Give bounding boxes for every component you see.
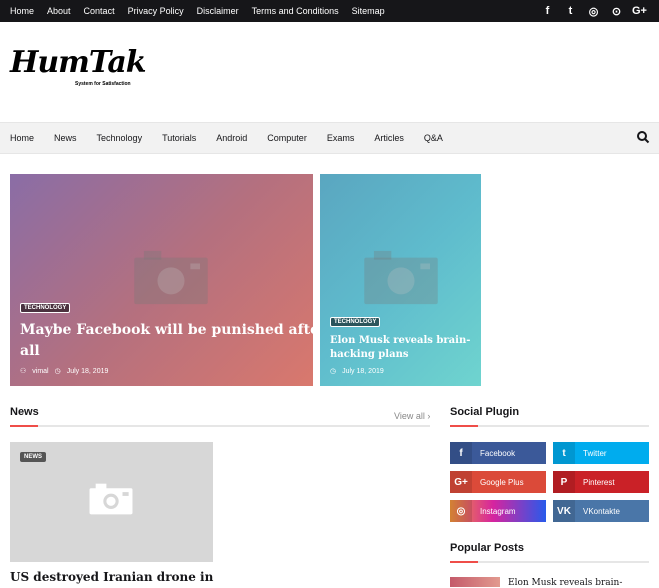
site-logo[interactable]: HumTak System for Satisfaction	[10, 47, 150, 92]
facebook-icon[interactable]: f	[536, 5, 559, 17]
post-meta: ◷ July 18, 2019	[330, 367, 390, 376]
featured-title-line-2: hacking plans	[330, 349, 409, 360]
social-button-facebook[interactable]: f Facebook	[450, 442, 546, 464]
clock-icon: ◷	[330, 368, 337, 375]
news-post-thumbnail[interactable]: NEWS	[10, 442, 213, 562]
top-link-terms[interactable]: Terms and Conditions	[252, 6, 339, 16]
news-divider-accent	[10, 425, 38, 427]
nav-items: Home News Technology Tutorials Android C…	[10, 123, 463, 153]
twitter-icon: t	[553, 442, 575, 464]
nav-item-technology[interactable]: Technology	[97, 133, 143, 143]
social-button-pinterest[interactable]: P Pinterest	[553, 471, 649, 493]
logo-tagline: System for Satisfaction	[75, 81, 131, 87]
top-link-home[interactable]: Home	[10, 6, 34, 16]
top-links: Home About Contact Privacy Policy Discla…	[10, 0, 398, 22]
camera-placeholder-icon	[364, 250, 438, 305]
category-badge[interactable]: TECHNOLOGY	[20, 303, 71, 313]
popular-divider	[450, 561, 649, 563]
social-divider	[450, 425, 649, 427]
clock-icon: ◷	[54, 368, 61, 375]
social-button-vkontakte[interactable]: VK VKontakte	[553, 500, 649, 522]
popular-post-thumbnail[interactable]	[450, 577, 500, 587]
logo-title: HumTak	[10, 45, 147, 80]
featured-post-2[interactable]: TECHNOLOGY Elon Musk reveals brain- hack…	[320, 174, 481, 386]
nav-item-android[interactable]: Android	[216, 133, 247, 143]
featured-title-line-2: all	[20, 343, 40, 359]
nav-item-computer[interactable]: Computer	[267, 133, 307, 143]
social-button-label: Pinterest	[583, 477, 615, 487]
twitter-icon[interactable]: t	[559, 5, 582, 17]
top-social: f t ◎ ⊙ G+	[536, 0, 651, 22]
popular-posts-heading: Popular Posts	[450, 542, 524, 554]
social-button-label: VKontakte	[583, 506, 620, 516]
category-badge[interactable]: NEWS	[20, 452, 46, 462]
nav-item-tutorials[interactable]: Tutorials	[162, 133, 196, 143]
top-link-about[interactable]: About	[47, 6, 71, 16]
top-link-contact[interactable]: Contact	[84, 6, 115, 16]
view-all-link[interactable]: View all ›	[394, 411, 430, 421]
google-plus-icon[interactable]: G+	[628, 5, 651, 17]
featured-title[interactable]: Maybe Facebook will be punished after al…	[20, 320, 313, 362]
social-plugin-heading: Social Plugin	[450, 406, 520, 418]
instagram-icon: ◎	[450, 500, 472, 522]
top-link-sitemap[interactable]: Sitemap	[352, 6, 385, 16]
post-author[interactable]: vimal	[32, 368, 48, 375]
top-bar: Home About Contact Privacy Policy Discla…	[0, 0, 659, 22]
google-plus-icon: G+	[450, 471, 472, 493]
featured-post-1[interactable]: TECHNOLOGY Maybe Facebook will be punish…	[10, 174, 313, 386]
social-button-label: Facebook	[480, 448, 516, 458]
search-icon[interactable]	[636, 130, 650, 144]
top-link-privacy[interactable]: Privacy Policy	[128, 6, 184, 16]
instagram-icon[interactable]: ◎	[582, 5, 605, 18]
nav-item-exams[interactable]: Exams	[327, 133, 355, 143]
social-button-label: Twitter	[583, 448, 607, 458]
popular-divider-accent	[450, 561, 478, 563]
nav-item-news[interactable]: News	[54, 133, 77, 143]
vkontakte-icon: VK	[553, 500, 575, 522]
top-link-disclaimer[interactable]: Disclaimer	[197, 6, 239, 16]
github-icon[interactable]: ⊙	[605, 5, 628, 18]
social-button-twitter[interactable]: t Twitter	[553, 442, 649, 464]
user-icon: ⚇	[20, 368, 27, 375]
featured-title-line-1: Maybe Facebook will be punished after	[20, 322, 313, 338]
post-date: July 18, 2019	[66, 367, 109, 375]
nav-item-home[interactable]: Home	[10, 133, 34, 143]
social-button-label: Instagram	[480, 506, 516, 516]
social-button-google-plus[interactable]: G+ Google Plus	[450, 471, 546, 493]
social-divider-accent	[450, 425, 478, 427]
post-meta: ⚇ vimal ◷ July 18, 2019	[20, 367, 114, 376]
post-date: July 18, 2019	[342, 367, 384, 375]
social-button-label: Google Plus	[480, 477, 524, 487]
news-divider	[10, 425, 430, 427]
main-nav: Home News Technology Tutorials Android C…	[0, 122, 659, 154]
featured-title-line-1: Elon Musk reveals brain-	[330, 335, 471, 346]
nav-item-articles[interactable]: Articles	[374, 133, 404, 143]
nav-item-qa[interactable]: Q&A	[424, 133, 443, 143]
social-button-instagram[interactable]: ◎ Instagram	[450, 500, 546, 522]
camera-placeholder-icon	[134, 250, 208, 305]
news-heading: News	[10, 406, 39, 418]
camera-placeholder-icon	[89, 483, 133, 515]
facebook-icon: f	[450, 442, 472, 464]
category-badge[interactable]: TECHNOLOGY	[330, 317, 381, 327]
featured-title[interactable]: Elon Musk reveals brain- hacking plans	[330, 334, 478, 362]
pinterest-icon: P	[553, 471, 575, 493]
news-post-title[interactable]: US destroyed Iranian drone in	[10, 570, 213, 584]
